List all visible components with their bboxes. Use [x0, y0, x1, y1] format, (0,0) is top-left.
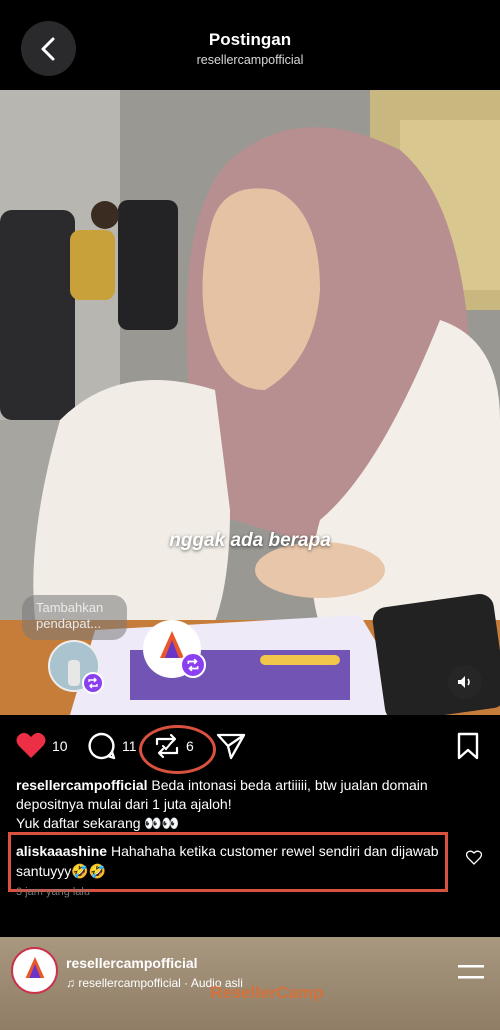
next-post-avatar[interactable]: [11, 947, 58, 994]
header-username[interactable]: resellercampofficial: [0, 53, 500, 67]
caption-author[interactable]: resellercampofficial: [16, 777, 148, 793]
next-post-username[interactable]: resellercampofficial: [66, 955, 198, 971]
mute-button[interactable]: [448, 665, 482, 699]
comment-author[interactable]: aliskaaashine: [16, 843, 107, 859]
action-bar: 10 11 6: [0, 722, 500, 770]
speaker-icon: [458, 676, 470, 688]
caption-text-line2: Yuk daftar sekarang 👀👀: [16, 815, 180, 831]
share-button[interactable]: [216, 732, 246, 760]
bookmark-icon: [457, 732, 479, 760]
video-caption: nggak ada berapa: [169, 530, 331, 551]
repost-badge: [82, 672, 104, 694]
next-post-preview[interactable]: resellercampofficial ♫ resellercampoffic…: [0, 937, 500, 1030]
repost-highlight-ring: [139, 725, 216, 774]
music-note-icon: ♫: [66, 976, 79, 990]
next-post-watermark: ResellerCamp: [210, 983, 324, 1002]
post-timestamp: 3 jam yang lalu: [16, 886, 90, 898]
page-title: Postingan: [208, 30, 292, 49]
brand-logo: [25, 956, 44, 978]
comment-count: 11: [122, 738, 137, 754]
post-header: Postingan resellercampofficial: [0, 0, 500, 90]
repost-badge: [180, 652, 206, 678]
menu-icon[interactable]: [458, 965, 484, 984]
post-caption: resellercampofficial Beda intonasi beda …: [16, 776, 486, 833]
send-icon: [216, 733, 246, 760]
like-button[interactable]: 10: [16, 732, 68, 759]
save-button[interactable]: [456, 732, 480, 760]
comment-icon: [88, 732, 116, 760]
comment-item: aliskaaashine Hahahaha ketika customer r…: [16, 841, 446, 881]
repost-icon: [187, 658, 199, 672]
comment-button[interactable]: 11: [88, 732, 137, 760]
add-opinion-bubble[interactable]: Tambahkan pendapat...: [22, 595, 127, 640]
comment-like-button[interactable]: [465, 850, 483, 870]
post-video[interactable]: nggak ada berapa Tambahkan pendapat...: [0, 90, 500, 715]
heart-icon: [16, 732, 46, 758]
heart-outline-icon: [465, 850, 483, 865]
repost-icon: [88, 677, 98, 689]
like-count: 10: [52, 737, 68, 754]
